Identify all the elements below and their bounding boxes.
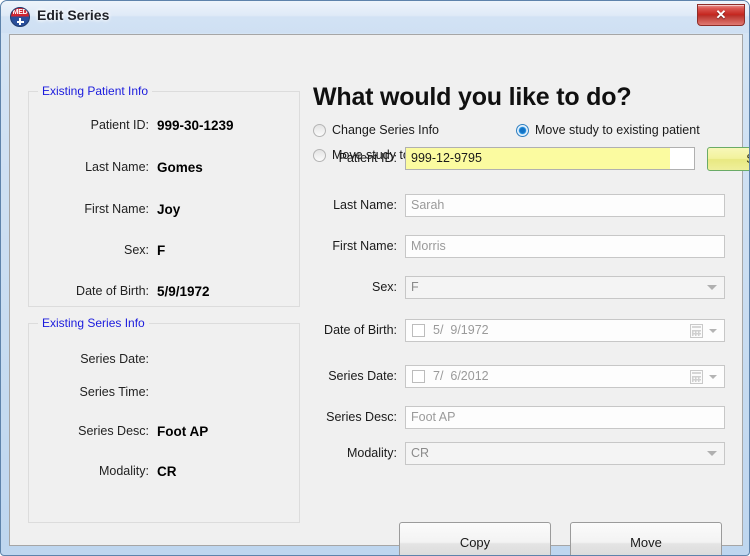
calendar-icon xyxy=(690,324,703,338)
modality-row: Modality: CR xyxy=(29,464,299,482)
first-name-row: First Name: Joy xyxy=(29,202,299,220)
existing-series-info-legend: Existing Series Info xyxy=(38,316,149,330)
series-time-label: Series Time: xyxy=(79,385,149,399)
chevron-down-icon[interactable] xyxy=(709,329,717,333)
existing-patient-info-group: Existing Patient Info Patient ID: 999-30… xyxy=(28,84,300,307)
edit-series-window: MED Edit Series ✕ Existing Patient Info … xyxy=(0,0,750,556)
close-button[interactable]: ✕ xyxy=(697,4,745,26)
chevron-down-icon[interactable] xyxy=(709,375,717,379)
dob-date-picker[interactable]: 5/ 9/1972 xyxy=(405,319,725,342)
patient-id-row: Patient ID: 999-30-1239 xyxy=(29,118,299,136)
form-series-date-label: Series Date: xyxy=(328,369,397,383)
copy-button[interactable]: Copy xyxy=(399,522,551,555)
search-button[interactable]: Search xyxy=(707,147,749,171)
series-desc-value: Foot AP xyxy=(157,424,209,439)
sex-select[interactable]: F xyxy=(405,276,725,299)
patient-id-input-value: 999-12-9795 xyxy=(406,148,670,169)
close-icon: ✕ xyxy=(715,7,727,22)
last-name-label: Last Name: xyxy=(85,160,149,174)
radio-circle-icon xyxy=(313,124,326,137)
series-date-label: Series Date: xyxy=(80,352,149,366)
modality-select[interactable]: CR xyxy=(405,442,725,465)
radio-circle-selected-icon xyxy=(516,124,529,137)
dialog-client-area: Existing Patient Info Patient ID: 999-30… xyxy=(9,34,749,555)
sex-label: Sex: xyxy=(123,243,149,257)
med-badge-text: MED xyxy=(12,9,28,16)
chevron-down-icon xyxy=(707,285,717,290)
last-name-input[interactable]: Sarah xyxy=(405,194,725,217)
radio-move-study-existing-patient-label: Move study to existing patient xyxy=(535,123,700,137)
series-desc-field-row: Series Desc: Foot AP xyxy=(313,406,725,429)
patient-id-label: Patient ID: xyxy=(90,118,149,132)
sex-value: F xyxy=(157,243,166,258)
sex-field-row: Sex: F xyxy=(313,276,725,299)
form-first-name-label: First Name: xyxy=(332,239,397,253)
form-sex-label: Sex: xyxy=(371,280,397,294)
window-title: Edit Series xyxy=(37,7,110,23)
page-title: What would you like to do? xyxy=(313,83,632,111)
dob-field-row: Date of Birth: 5/ 9/1972 xyxy=(313,319,725,342)
series-desc-row: Series Desc: Foot AP xyxy=(29,424,299,442)
radio-change-series-info-label: Change Series Info xyxy=(332,123,440,137)
form-modality-label: Modality: xyxy=(346,446,397,460)
dob-date-value: 5/ 9/1972 xyxy=(433,323,489,337)
med-badge-icon: MED xyxy=(10,7,30,27)
form-dob-label: Date of Birth: xyxy=(324,323,397,337)
series-date-field-row: Series Date: 7/ 6/2012 xyxy=(313,365,725,388)
sex-row: Sex: F xyxy=(29,243,299,261)
existing-series-info-group: Existing Series Info Series Date: Series… xyxy=(28,316,300,523)
series-desc-label: Series Desc: xyxy=(78,424,149,438)
dob-row: Date of Birth: 5/9/1972 xyxy=(29,284,299,302)
modality-value: CR xyxy=(157,464,177,479)
patient-id-search-row: Patient ID: 999-12-9795 Search xyxy=(313,147,749,171)
series-desc-input[interactable]: Foot AP xyxy=(405,406,725,429)
modality-label: Modality: xyxy=(98,464,149,478)
series-time-row: Series Time: xyxy=(29,385,299,403)
dob-label: Date of Birth: xyxy=(76,284,149,298)
chevron-down-icon xyxy=(707,451,717,456)
patient-id-input[interactable]: 999-12-9795 xyxy=(405,147,695,170)
cross-horizontal xyxy=(16,20,24,23)
series-date-picker[interactable]: 7/ 6/2012 xyxy=(405,365,725,388)
form-series-desc-label: Series Desc: xyxy=(326,410,397,424)
first-name-input[interactable]: Morris xyxy=(405,235,725,258)
modality-field-row: Modality: CR xyxy=(313,442,725,465)
first-name-value: Joy xyxy=(157,202,181,217)
dob-checkbox[interactable] xyxy=(412,324,425,337)
last-name-value: Gomes xyxy=(157,160,203,175)
last-name-field-row: Last Name: Sarah xyxy=(313,194,725,217)
series-date-checkbox[interactable] xyxy=(412,370,425,383)
first-name-field-row: First Name: Morris xyxy=(313,235,725,258)
title-bar: MED Edit Series ✕ xyxy=(1,1,749,33)
series-date-row: Series Date: xyxy=(29,352,299,370)
calendar-icon xyxy=(690,370,703,384)
form-patient-id-label: Patient ID: xyxy=(338,151,397,165)
last-name-row: Last Name: Gomes xyxy=(29,160,299,178)
first-name-label: First Name: xyxy=(84,202,149,216)
patient-id-value: 999-30-1239 xyxy=(157,118,234,133)
series-date-value: 7/ 6/2012 xyxy=(433,369,489,383)
form-last-name-label: Last Name: xyxy=(333,198,397,212)
existing-patient-info-legend: Existing Patient Info xyxy=(38,84,153,98)
move-button[interactable]: Move xyxy=(570,522,722,555)
dob-value: 5/9/1972 xyxy=(157,284,210,299)
